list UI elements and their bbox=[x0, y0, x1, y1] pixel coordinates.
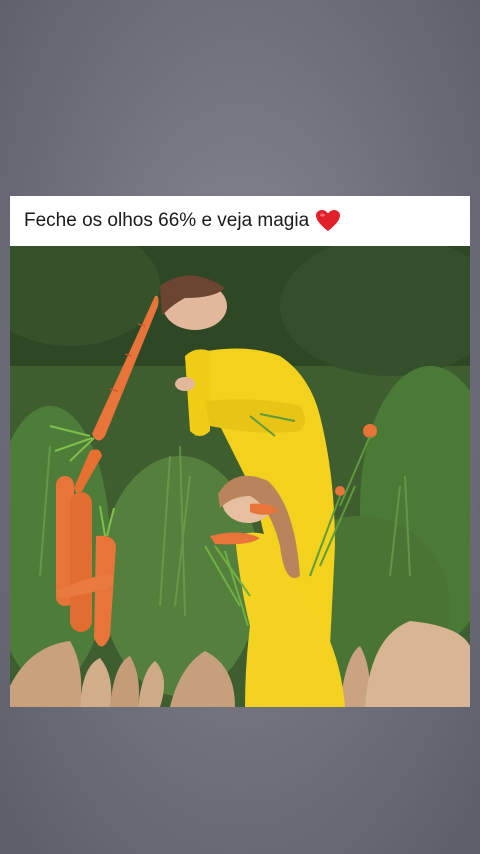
heart-icon bbox=[315, 209, 341, 233]
post-caption-bar: Feche os olhos 66% e veja magia bbox=[10, 196, 470, 246]
post-caption: Feche os olhos 66% e veja magia bbox=[24, 210, 310, 231]
post-card: Feche os olhos 66% e veja magia bbox=[10, 196, 470, 707]
post-photo[interactable] bbox=[10, 246, 470, 707]
